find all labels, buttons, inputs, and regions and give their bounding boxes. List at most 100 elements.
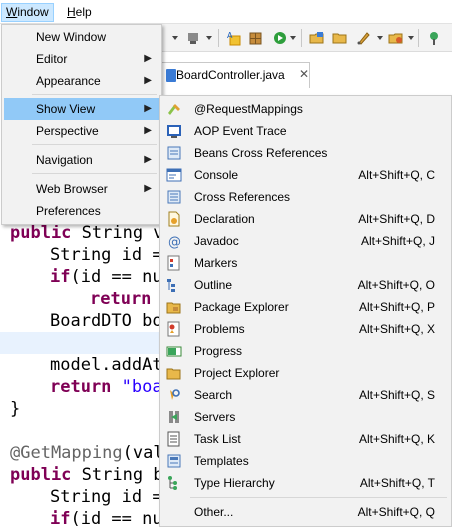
code-line: BoardDTO bo <box>50 311 163 331</box>
toolbar-open-type-icon[interactable] <box>309 30 325 46</box>
menu-separator <box>32 94 157 95</box>
code-line: if(id == nu <box>50 267 163 287</box>
view-item-type-hierarchy[interactable]: Type Hierarchy Alt+Shift+Q, T <box>162 472 449 494</box>
toolbar-edit-icon[interactable] <box>356 30 372 46</box>
submenu-arrow-icon: ▶ <box>144 154 152 165</box>
window-menu-dropdown: New Window Editor ▶ Appearance ▶ Show View… <box>1 24 162 225</box>
menu-help[interactable]: Help <box>63 3 96 22</box>
toolbar-run-icon[interactable] <box>272 30 288 46</box>
toolbar-new-java-class-icon[interactable]: A <box>226 30 242 46</box>
view-item-declaration[interactable]: Declaration Alt+Shift+Q, D <box>162 208 449 230</box>
submenu-arrow-icon: ▶ <box>144 183 152 194</box>
toolbar-open-task-icon[interactable] <box>388 30 404 46</box>
toolbar-separator <box>218 29 219 47</box>
view-item-cross-references[interactable]: Cross References <box>162 186 449 208</box>
toolbar-dropdown-arrow[interactable] <box>377 36 383 40</box>
java-file-icon <box>166 69 176 82</box>
code-line: model.addAt <box>50 355 163 375</box>
outline-icon <box>167 279 175 292</box>
code-line: String id = <box>50 245 163 265</box>
toolbar-terminal-icon[interactable] <box>186 30 202 46</box>
main-toolbar: A <box>160 24 452 52</box>
view-item-other[interactable]: Other... Alt+Shift+Q, Q <box>162 501 449 523</box>
view-item-console[interactable]: Console Alt+Shift+Q, C <box>162 164 449 186</box>
beans-cross-references-icon <box>167 146 181 160</box>
view-item-templates[interactable]: Templates <box>162 450 449 472</box>
code-line-current <box>0 332 160 354</box>
menu-item-new-window[interactable]: New Window <box>4 26 159 48</box>
console-icon <box>166 168 182 182</box>
toolbar-separator <box>418 29 419 47</box>
view-item-markers[interactable]: Markers <box>162 252 449 274</box>
task-list-icon <box>167 431 180 447</box>
submenu-arrow-icon: ▶ <box>144 53 152 64</box>
code-line: @GetMapping(val <box>10 443 164 463</box>
code-line: String id = <box>50 487 163 507</box>
code-line: if(id == nu <box>50 509 163 527</box>
submenu-arrow-icon: ▶ <box>144 103 152 114</box>
svg-text:@: @ <box>168 235 181 249</box>
toolbar-dropdown-arrow[interactable] <box>408 36 414 40</box>
code-line: public String v <box>10 223 164 243</box>
view-item-javadoc[interactable]: @ Javadoc Alt+Shift+Q, J <box>162 230 449 252</box>
view-item-beans-cross-references[interactable]: Beans Cross References <box>162 142 449 164</box>
code-line: public String b <box>10 465 164 485</box>
type-hierarchy-icon <box>168 476 177 490</box>
submenu-arrow-icon: ▶ <box>144 75 152 86</box>
servers-icon <box>169 411 179 423</box>
menu-item-web-browser[interactable]: Web Browser ▶ <box>4 178 159 200</box>
aop-event-trace-icon <box>167 125 181 138</box>
search-icon <box>170 389 180 400</box>
menu-item-preferences[interactable]: Preferences <box>4 200 159 222</box>
view-item-package-explorer[interactable]: Package Explorer Alt+Shift+Q, P <box>162 296 449 318</box>
view-item-servers[interactable]: Servers <box>162 406 449 428</box>
menu-item-perspective[interactable]: Perspective ▶ <box>4 120 159 142</box>
view-item-outline[interactable]: Outline Alt+Shift+Q, O <box>162 274 449 296</box>
menu-window-label: indow <box>17 5 49 19</box>
progress-icon <box>166 346 182 357</box>
package-explorer-icon <box>166 302 181 314</box>
toolbar-separator <box>301 29 302 47</box>
view-item-search[interactable]: Search Alt+Shift+Q, S <box>162 384 449 406</box>
menu-help-label: elp <box>75 5 92 19</box>
javadoc-icon: @ <box>168 235 181 249</box>
view-item-request-mappings[interactable]: @RequestMappings <box>162 98 449 120</box>
templates-icon <box>167 454 181 468</box>
editor-tab-board-controller[interactable]: BoardController.java ✕ <box>160 62 310 88</box>
toolbar-dropdown-arrow[interactable] <box>290 36 296 40</box>
problems-icon <box>167 321 180 337</box>
markers-icon <box>167 255 180 271</box>
view-item-task-list[interactable]: Task List Alt+Shift+Q, K <box>162 428 449 450</box>
menu-window[interactable]: Window <box>1 3 54 22</box>
view-item-problems[interactable]: Problems Alt+Shift+Q, X <box>162 318 449 340</box>
toolbar-dropdown-arrow[interactable] <box>172 36 178 40</box>
menu-help-mnemonic: H <box>67 5 76 19</box>
menu-separator <box>32 173 157 174</box>
view-item-progress[interactable]: Progress <box>162 340 449 362</box>
menu-item-appearance[interactable]: Appearance ▶ <box>4 70 159 92</box>
declaration-icon <box>168 211 180 227</box>
menu-separator <box>32 144 157 145</box>
toolbar-new-package-icon[interactable] <box>248 30 264 46</box>
show-view-submenu: @RequestMappings AOP Event Trace Beans C… <box>159 95 452 527</box>
toolbar-open-folder-icon[interactable] <box>332 30 348 46</box>
toolbar-pin-icon[interactable] <box>426 30 442 46</box>
submenu-arrow-icon: ▶ <box>144 125 152 136</box>
menu-item-show-view[interactable]: Show View ▶ <box>4 98 159 120</box>
close-icon[interactable]: ✕ <box>299 67 309 81</box>
code-line: return <box>90 289 152 309</box>
request-mappings-icon <box>168 104 180 115</box>
cross-references-icon <box>167 190 181 204</box>
svg-text:A: A <box>227 31 233 40</box>
menu-item-editor[interactable]: Editor ▶ <box>4 48 159 70</box>
editor-tab-label: BoardController.java <box>176 68 285 82</box>
menu-separator <box>190 497 447 498</box>
menu-item-navigation[interactable]: Navigation ▶ <box>4 149 159 171</box>
toolbar-dropdown-arrow[interactable] <box>206 36 212 40</box>
view-item-project-explorer[interactable]: Project Explorer <box>162 362 449 384</box>
menu-window-mnemonic: W <box>6 5 18 19</box>
menu-bar: Window Help <box>0 0 452 24</box>
code-line: return "boa <box>50 377 163 397</box>
code-line: } <box>10 399 21 419</box>
view-item-aop-event-trace[interactable]: AOP Event Trace <box>162 120 449 142</box>
